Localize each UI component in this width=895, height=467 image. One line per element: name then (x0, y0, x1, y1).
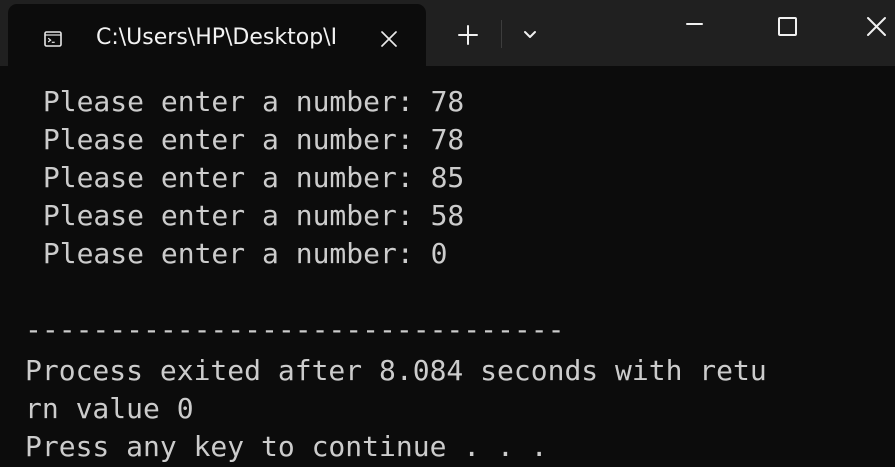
plus-icon[interactable] (448, 18, 488, 52)
close-window-icon[interactable] (846, 0, 895, 50)
console-line: Please enter a number: 78 (26, 123, 465, 156)
console-line: Please enter a number: 0 (26, 237, 448, 270)
maximize-icon[interactable] (752, 0, 822, 50)
title-bar: C:\Users\HP\Desktop\I (0, 0, 895, 68)
tab-divider (501, 20, 502, 48)
console-line: Please enter a number: 78 (26, 85, 465, 118)
console-line: Press any key to continue . . . (25, 430, 548, 463)
terminal-window: C:\Users\HP\Desktop\I Please enter a num… (0, 0, 895, 467)
tab-title: C:\Users\HP\Desktop\I (96, 25, 338, 50)
console-output[interactable]: Please enter a number: 78 Please enter a… (0, 66, 895, 467)
chevron-down-icon[interactable] (510, 18, 550, 52)
console-line: Process exited after 8.084 seconds with … (25, 354, 767, 387)
console-line: Please enter a number: 58 (26, 199, 465, 232)
minimize-icon[interactable] (660, 0, 730, 50)
console-separator: -------------------------------- (25, 313, 565, 346)
close-icon[interactable] (377, 27, 401, 51)
console-line: Please enter a number: 85 (26, 161, 465, 194)
console-line: rn value 0 (25, 392, 194, 425)
active-tab[interactable]: C:\Users\HP\Desktop\I (8, 4, 426, 68)
command-prompt-icon (44, 31, 62, 47)
